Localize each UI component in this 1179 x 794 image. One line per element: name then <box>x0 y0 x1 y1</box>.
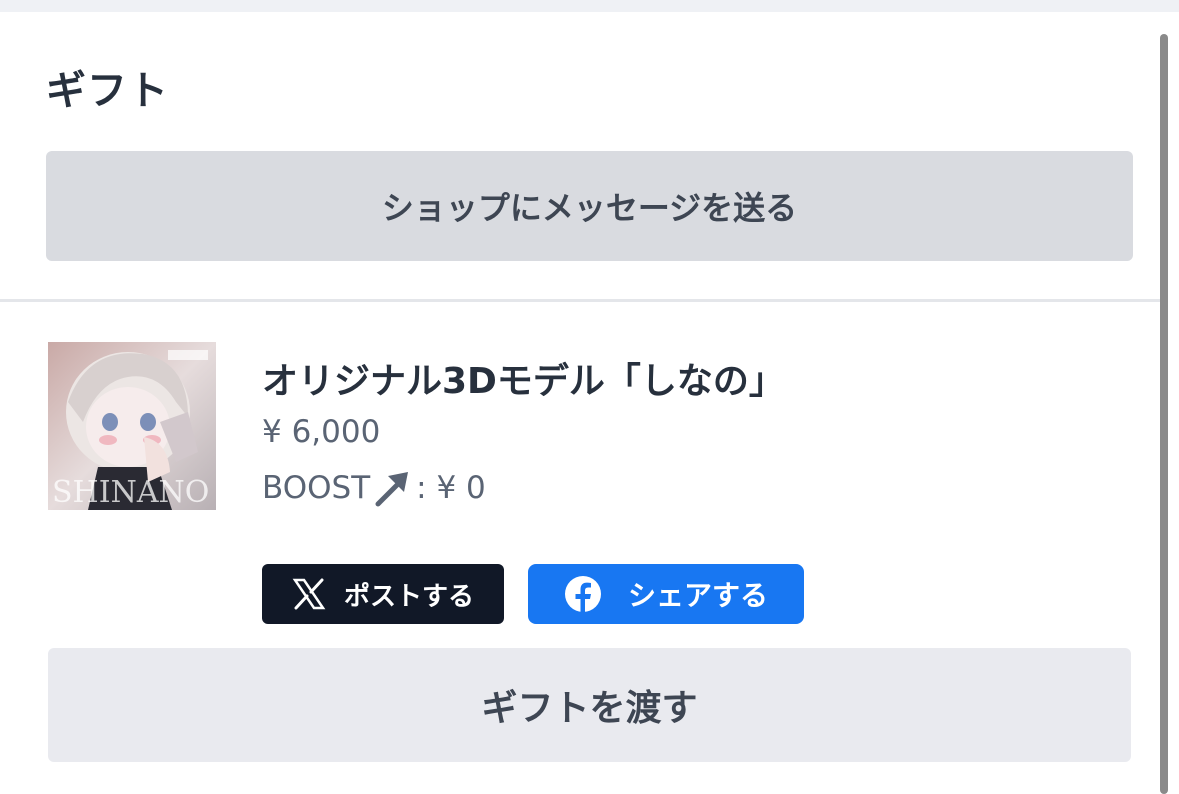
product-name[interactable]: オリジナル3Dモデル「しなの」 <box>262 352 785 404</box>
section-title: ギフト <box>46 68 169 114</box>
top-bar <box>0 0 1179 12</box>
share-facebook-button[interactable]: シェアする <box>528 564 804 624</box>
share-facebook-label: シェアする <box>627 579 768 612</box>
boost-label: BOOST <box>262 470 371 506</box>
message-shop-button[interactable]: ショップにメッセージを送る <box>46 151 1133 261</box>
scrollbar[interactable] <box>1160 34 1168 794</box>
product-thumbnail[interactable]: SHINANO <box>48 342 216 510</box>
boost-info: BOOST : ¥ 0 <box>262 468 486 508</box>
post-to-x-label: ポストする <box>343 581 474 612</box>
post-to-x-button[interactable]: ポストする <box>262 564 504 624</box>
facebook-logo-icon <box>564 576 601 612</box>
product-price: ¥ 6,000 <box>262 414 381 450</box>
divider <box>0 299 1160 302</box>
boost-arrow-icon <box>375 472 409 507</box>
thumbnail-title-text: SHINANO <box>52 475 209 510</box>
x-logo-icon <box>292 578 326 610</box>
give-gift-button[interactable]: ギフトを渡す <box>48 648 1131 762</box>
boost-value: : ¥ 0 <box>416 470 486 506</box>
